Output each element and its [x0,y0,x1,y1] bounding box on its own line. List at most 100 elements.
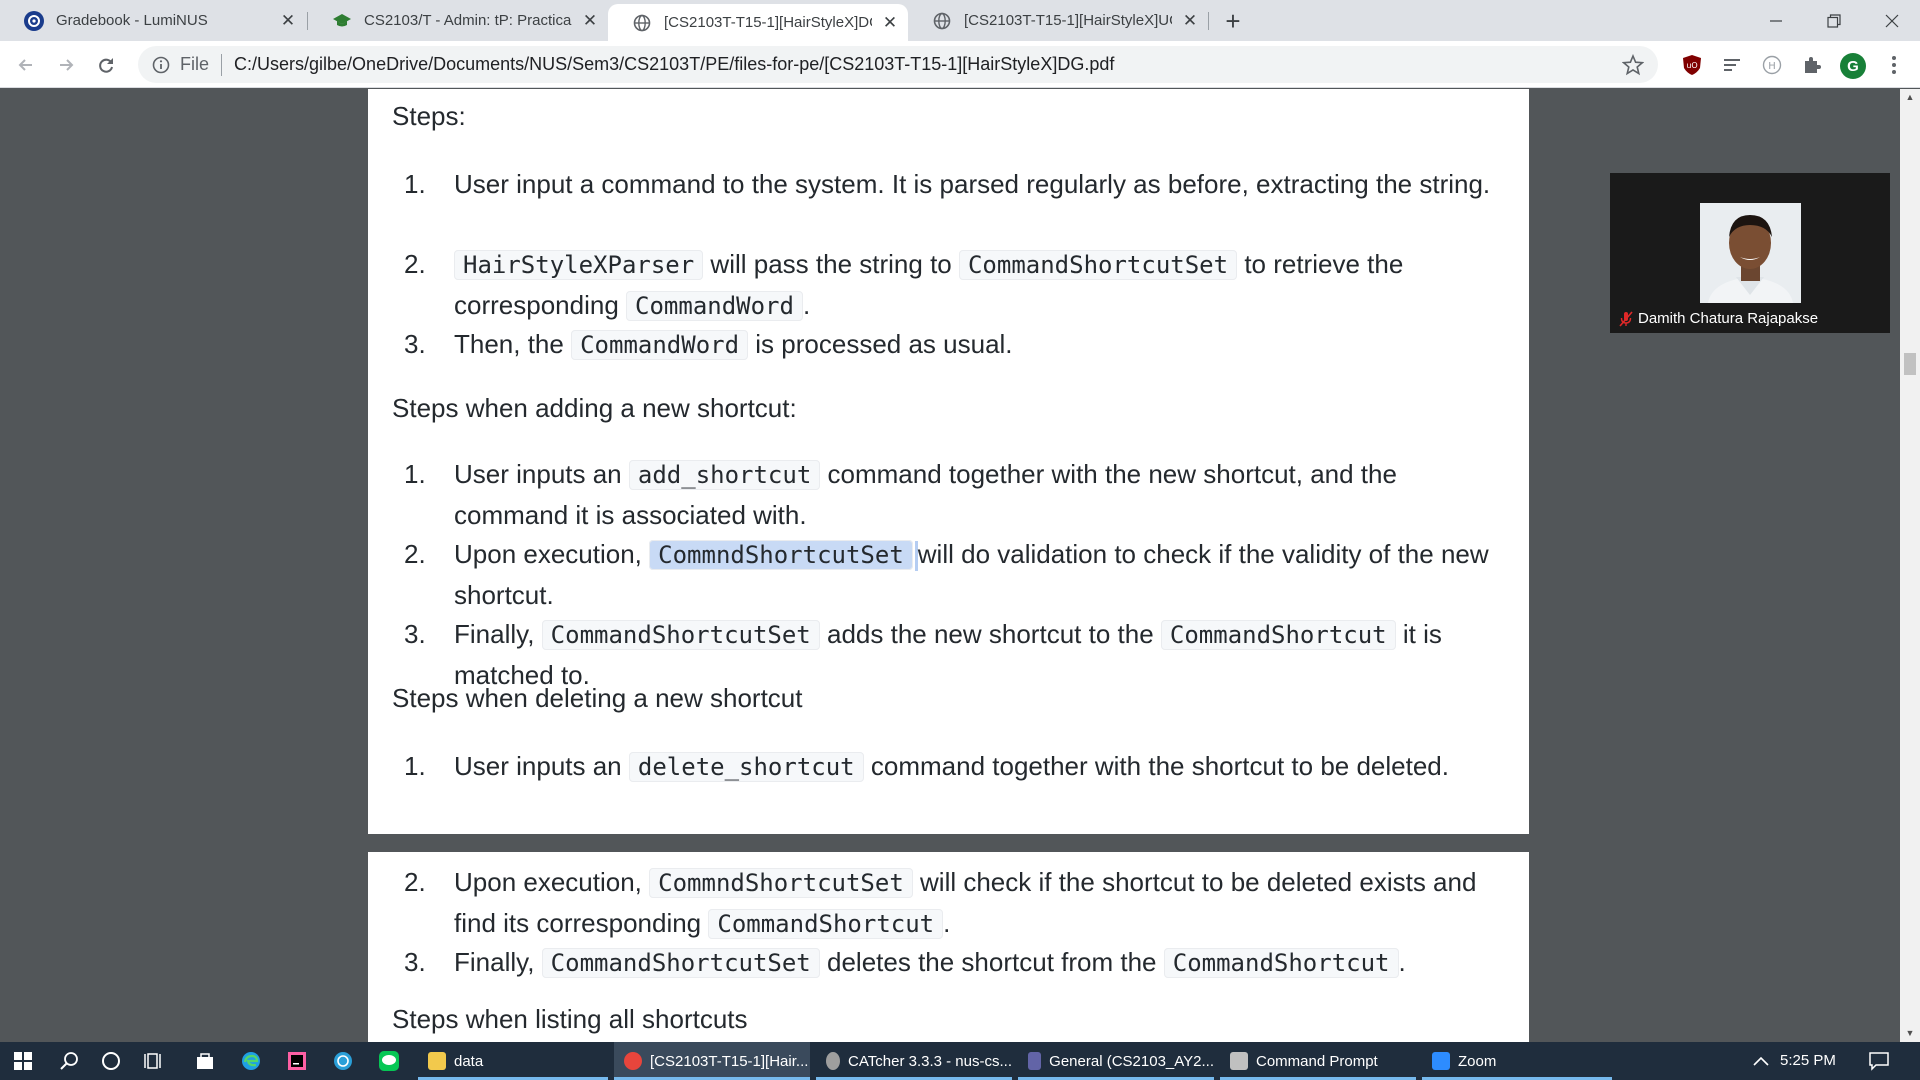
address-bar[interactable]: File C:/Users/gilbe/OneDrive/Documents/N… [138,46,1658,83]
code-span: add_shortcut [628,460,821,490]
more-menu-icon[interactable] [1882,53,1906,77]
text-span: command together with the shortcut to be… [870,751,1449,781]
zoom-video-tile[interactable]: Damith Chatura Rajapakse [1610,173,1890,333]
code-span: CommandShortcutSet [958,250,1238,280]
code-span: HairStyleXParser [454,250,704,280]
taskbar-app-chrome[interactable]: [CS2103T-T15-1][Hair... [614,1042,810,1080]
list-item: 3. Finally, CommandShortcutSet adds the … [404,614,1514,690]
notification-center-icon[interactable] [1856,1042,1902,1080]
taskbar-clock[interactable]: 5:25 PM [1780,1052,1836,1069]
globe-icon [632,13,652,33]
forward-arrow-icon[interactable] [50,49,82,81]
tab-title: [CS2103T-T15-1][HairStyleX]UG.p [964,12,1172,29]
folder-icon [428,1052,446,1070]
text-span: Finally, [454,947,535,977]
omnibox-divider [221,53,223,76]
close-window-icon[interactable] [1864,0,1920,41]
code-span: CommandShortcut [1160,620,1396,650]
list-text: Finally, CommandShortcutSet deletes the … [454,942,1514,983]
list-shortcuts-heading: Steps when listing all shortcuts [392,1004,748,1034]
list-item: 2. Upon execution, CommndShortcutSet will… [404,534,1514,610]
taskbar-app-teams[interactable]: General (CS2103_AY2... [1018,1042,1214,1080]
taskbar-app-catcher[interactable]: CATcher 3.3.3 - nus-cs... [816,1042,1012,1080]
scroll-up-arrow-icon[interactable]: ▲ [1904,91,1916,103]
scroll-thumb[interactable] [1904,353,1916,375]
list-item: 1. User inputs an delete_shortcut comman… [404,746,1514,786]
h-extension-icon[interactable]: H [1760,53,1784,77]
code-span: CommandShortcutSet [541,620,820,650]
tab-admin-tp[interactable]: CS2103/T - Admin: tP: Practical E ✕ [308,0,608,41]
messaging-icon[interactable] [320,1042,366,1080]
taskbar-app-label: data [454,1052,484,1070]
close-tab-icon[interactable]: ✕ [1180,11,1200,31]
list-item: 1. User input a command to the system. I… [404,164,1514,204]
list-text: User inputs an delete_shortcut command t… [454,746,1514,787]
text-span: Then, the [454,329,564,359]
delete-shortcut-heading: Steps when deleting a new shortcut [392,683,803,713]
catcher-icon [826,1052,841,1070]
ublock-origin-icon[interactable]: uO [1680,53,1704,77]
scroll-down-arrow-icon[interactable]: ▼ [1904,1027,1916,1039]
code-span: CommandShortcut [1163,948,1399,978]
close-tab-icon[interactable]: ✕ [880,13,900,33]
globe-icon [932,11,952,31]
profile-avatar[interactable]: G [1840,53,1866,79]
tab-ug-pdf[interactable]: [CS2103T-T15-1][HairStyleX]UG.p ✕ [908,0,1208,41]
list-number: 1. [404,459,426,489]
close-tab-icon[interactable]: ✕ [580,11,600,31]
cortana-icon[interactable] [88,1042,134,1080]
code-span: CommandShortcut [708,909,944,939]
taskbar-app-data[interactable]: data [418,1042,608,1080]
list-number: 3. [404,947,426,977]
store-icon[interactable] [182,1042,228,1080]
code-span: delete_shortcut [628,752,864,782]
browser-toolbar: File C:/Users/gilbe/OneDrive/Documents/N… [0,41,1920,88]
selected-code-span[interactable]: CommndShortcutSet [649,540,913,570]
list-text: User input a command to the system. It i… [454,169,1491,199]
svg-text:H: H [1768,61,1776,72]
luminus-icon [24,10,44,31]
search-icon[interactable] [46,1042,92,1080]
close-tab-icon[interactable]: ✕ [278,11,298,31]
text-span: will pass the string to [710,249,952,279]
text-span: User inputs an [454,459,622,489]
edge-icon[interactable] [228,1042,274,1080]
list-text: Upon execution, CommndShortcutSet will do… [454,534,1514,615]
taskbar-app-zoom[interactable]: Zoom [1422,1042,1612,1080]
text-span: is processed as usual. [755,329,1013,359]
back-arrow-icon[interactable] [10,49,42,81]
intellij-icon[interactable] [274,1042,320,1080]
svg-text:uO: uO [1686,61,1697,70]
list-number: 2. [404,539,426,569]
text-span: . [943,908,951,938]
info-icon[interactable] [152,56,170,74]
line-icon[interactable] [366,1042,412,1080]
taskbar-app-label: CATcher 3.3.3 - nus-cs... [848,1052,1012,1070]
list-number: 3. [404,329,426,359]
url-text[interactable]: C:/Users/gilbe/OneDrive/Documents/NUS/Se… [234,54,1114,75]
pdf-page: 2. Upon execution, CommndShortcutSet wil… [368,852,1529,1042]
vertical-scrollbar[interactable]: ▲ ▼ [1900,89,1920,1042]
task-view-icon[interactable] [132,1042,178,1080]
extensions-puzzle-icon[interactable] [1800,53,1824,77]
tab-title: [CS2103T-T15-1][HairStyleX]DG.p [664,14,872,31]
reading-list-icon[interactable] [1720,53,1744,77]
chevron-up-icon[interactable] [1738,1042,1784,1080]
list-text: User inputs an add_shortcut command toge… [454,454,1514,535]
tab-gradebook[interactable]: Gradebook - LumiNUS ✕ [0,0,306,41]
text-span: User inputs an [454,751,622,781]
tab-dg-pdf[interactable]: [CS2103T-T15-1][HairStyleX]DG.p ✕ [608,4,908,41]
taskbar-app-label: Zoom [1458,1052,1497,1070]
participant-photo [1700,203,1801,303]
bookmark-star-icon[interactable] [1622,54,1644,76]
new-tab-button[interactable]: + [1218,6,1248,36]
tab-title: CS2103/T - Admin: tP: Practical E [364,12,572,29]
taskbar-app-command-prompt[interactable]: Command Prompt [1220,1042,1416,1080]
list-number: 1. [404,169,426,199]
restore-window-icon[interactable] [1806,0,1862,41]
cmd-icon [1230,1052,1248,1070]
reload-icon[interactable] [90,49,122,81]
windows-start-icon[interactable] [0,1042,46,1080]
add-shortcut-heading: Steps when adding a new shortcut: [392,393,797,423]
minimize-window-icon[interactable] [1748,0,1804,41]
